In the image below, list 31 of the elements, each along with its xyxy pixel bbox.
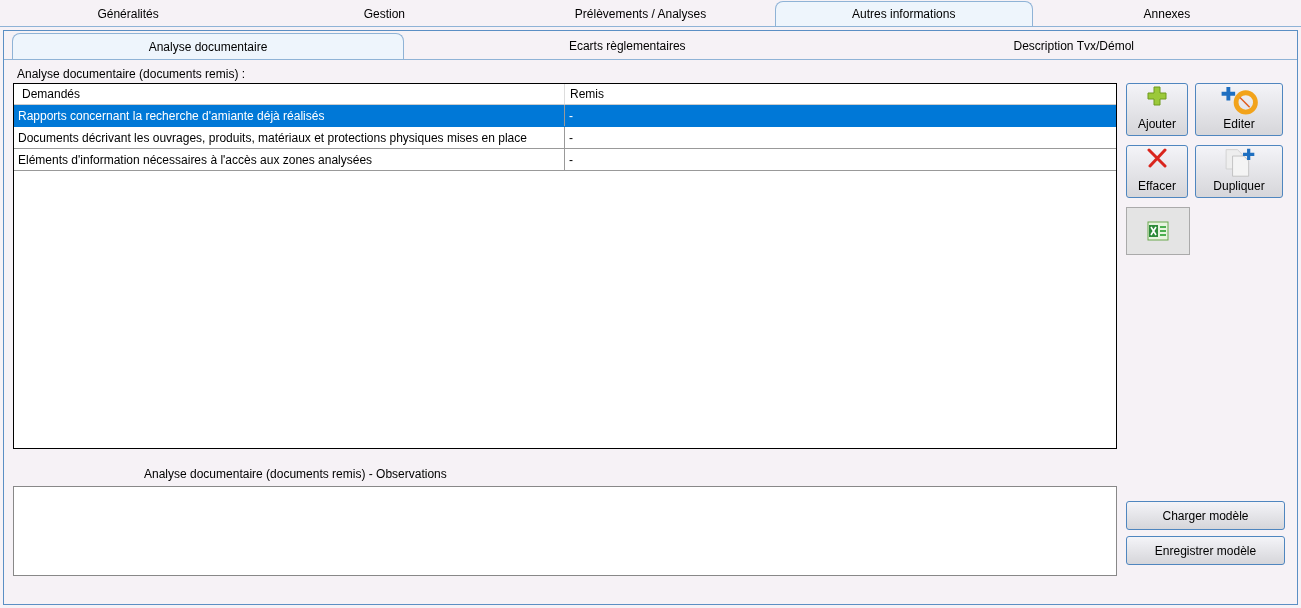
table-row[interactable]: Documents décrivant les ouvrages, produits, matériaux et protections physiques mises en place - [14,127,1116,149]
action-button[interactable]: Dupliquer [1195,145,1283,198]
tab[interactable]: Généralités [0,1,257,26]
table-title: Analyse documentaire (documents remis) : [16,66,247,83]
observations-label: Analyse documentaire (documents remis) - Observations [144,466,448,483]
tab[interactable]: Prélèvements / Analyses [512,1,769,26]
action-button[interactable]: Ajouter [1126,83,1188,136]
template-button[interactable]: Charger modèle [1126,501,1285,530]
action-button[interactable]: Editer [1195,83,1283,136]
tab[interactable]: Description Tvx/Démol [850,33,1297,59]
spreadsheet-icon [1147,221,1169,241]
plus-icon [1147,86,1167,106]
tab[interactable]: Analyse documentaire [12,33,404,59]
template-button[interactable]: Enregistrer modèle [1126,536,1285,565]
cross-icon [1146,148,1168,168]
column-header[interactable]: Remis [565,84,1116,104]
table-cell-text: - [568,151,574,169]
column-header[interactable]: Demandés [14,84,565,104]
table-row[interactable]: Eléments d'information nécessaires à l'accès aux zones analysées - [14,149,1116,171]
table-cell: Rapports concernant la recherche d'amiante déjà réalisés [14,105,565,126]
table-cell: Eléments d'information nécessaires à l'accès aux zones analysées [14,149,565,170]
table-cell-text: - [568,129,574,147]
tab[interactable]: Ecarts règlementaires [404,33,851,59]
tab[interactable]: Annexes [1038,1,1295,26]
tab[interactable]: Gestion [256,1,513,26]
table-row[interactable]: Rapports concernant la recherche d'amiante déjà réalisés - [14,105,1116,127]
tab[interactable]: Autres informations [774,1,1033,26]
action-button[interactable]: Effacer [1126,145,1188,198]
observations-field[interactable] [13,486,1117,576]
table-cell-text: - [568,107,574,125]
table-cell: Documents décrivant les ouvrages, produits, matériaux et protections physiques mises en place [14,127,565,148]
